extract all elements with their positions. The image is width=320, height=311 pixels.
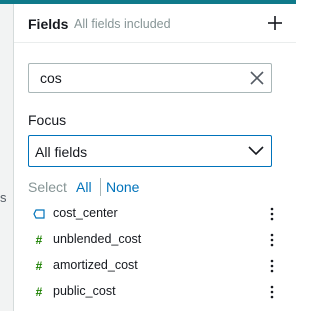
search-input[interactable] — [30, 65, 250, 91]
focus-select[interactable]: All fields — [28, 135, 272, 167]
dimension-tag-icon — [33, 208, 45, 220]
panel-title: Fields — [28, 16, 69, 32]
focus-selected-value: All fields — [35, 144, 88, 160]
search-box — [28, 63, 272, 93]
measure-hash-icon: # — [35, 285, 43, 299]
plus-icon — [268, 16, 282, 30]
select-divider — [100, 178, 101, 196]
select-none-link[interactable]: None — [106, 179, 139, 195]
focus-label: Focus — [28, 112, 67, 128]
field-row-unblended-cost[interactable]: # unblended_cost — [14, 227, 296, 253]
field-name: public_cost — [53, 284, 116, 298]
panel-subtitle: All fields included — [74, 17, 171, 31]
close-icon — [250, 71, 264, 85]
left-gutter: s — [0, 4, 14, 311]
clear-search-button[interactable] — [249, 70, 265, 86]
field-name: cost_center — [53, 206, 118, 220]
gutter-label: s — [0, 190, 7, 205]
chevron-down-icon — [248, 146, 264, 156]
fields-panel-header: Fields All fields included — [14, 4, 296, 43]
fields-panel: Fields All fields included Focus All fie… — [14, 4, 296, 311]
select-all-link[interactable]: All — [76, 179, 92, 195]
field-row-amortized-cost[interactable]: # amortized_cost — [14, 253, 296, 279]
fields-page: s Fields All fields included Focus — [0, 0, 296, 311]
measure-hash-icon: # — [35, 259, 43, 273]
select-label: Select — [28, 179, 67, 195]
more-options-icon[interactable] — [267, 206, 277, 222]
add-field-button[interactable] — [266, 14, 284, 32]
measure-hash-icon: # — [35, 233, 43, 247]
field-row-cost-center[interactable]: cost_center — [14, 201, 296, 227]
more-options-icon[interactable] — [267, 258, 277, 274]
field-name: unblended_cost — [53, 232, 142, 246]
field-name: amortized_cost — [53, 258, 138, 272]
more-options-icon[interactable] — [267, 284, 277, 300]
more-options-icon[interactable] — [267, 232, 277, 248]
field-row-public-cost[interactable]: # public_cost — [14, 279, 296, 305]
